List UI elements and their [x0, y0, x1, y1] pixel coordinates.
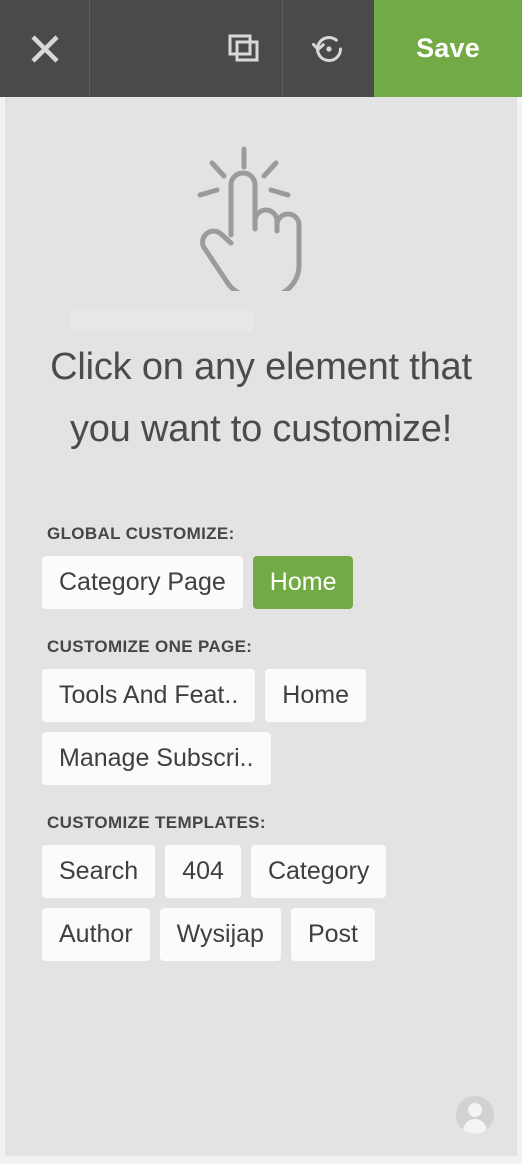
avatar-head	[468, 1103, 482, 1117]
template-button-category[interactable]: Category	[250, 845, 387, 899]
global-customize-buttons: Category Page Home	[42, 556, 474, 610]
save-button-label: Save	[416, 33, 480, 63]
hand-icon-container	[5, 97, 517, 291]
section-title: CUSTOMIZE TEMPLATES:	[47, 813, 266, 833]
one-page-button-tools-and-features[interactable]: Tools And Feat..	[42, 669, 256, 723]
section-global-customize: GLOBAL CUSTOMIZE: Category Page Home	[42, 524, 517, 610]
template-button-author[interactable]: Author	[42, 908, 150, 962]
global-button-category-page[interactable]: Category Page	[42, 556, 243, 610]
customizer-panel: Click on any element that you want to cu…	[0, 97, 522, 1164]
save-button[interactable]: Save	[374, 0, 522, 97]
one-page-buttons: Tools And Feat.. Home Manage Subscri..	[42, 669, 474, 786]
user-avatar-icon[interactable]	[456, 1096, 494, 1134]
section-title: CUSTOMIZE ONE PAGE:	[47, 637, 253, 657]
top-toolbar: Save	[0, 0, 522, 97]
toolbar-spacer	[89, 0, 205, 97]
section-customize-one-page: CUSTOMIZE ONE PAGE: Tools And Feat.. Hom…	[42, 637, 517, 786]
headline-line-2: you want to customize!	[69, 407, 453, 450]
one-page-button-manage-subscriptions[interactable]: Manage Subscri..	[42, 732, 271, 786]
template-button-404[interactable]: 404	[165, 845, 241, 899]
close-button[interactable]	[0, 0, 89, 97]
section-title: GLOBAL CUSTOMIZE:	[47, 524, 235, 544]
duplicate-icon	[225, 30, 263, 68]
template-button-post[interactable]: Post	[290, 908, 375, 962]
template-button-wysijap[interactable]: Wysijap	[159, 908, 281, 962]
one-page-button-home[interactable]: Home	[265, 669, 366, 723]
page-title: Click on any element that you want to cu…	[5, 337, 517, 460]
duplicate-button[interactable]	[205, 0, 282, 97]
pointing-hand-click-icon	[186, 143, 336, 291]
customizer-overlay: Save Click on any element that you want …	[0, 0, 522, 1164]
template-button-search[interactable]: Search	[42, 845, 156, 899]
avatar-body	[463, 1119, 487, 1134]
revert-button[interactable]	[282, 0, 374, 97]
revert-icon	[310, 30, 348, 68]
section-customize-templates: CUSTOMIZE TEMPLATES: Search 404 Category…	[42, 813, 517, 962]
global-button-home[interactable]: Home	[252, 556, 354, 610]
placeholder-bar	[71, 311, 253, 331]
close-icon	[28, 32, 62, 66]
headline-line-1: Click on any element that	[50, 346, 472, 388]
customize-sections: GLOBAL CUSTOMIZE: Category Page Home CUS…	[5, 460, 517, 962]
template-buttons: Search 404 Category Author Wysijap Post	[42, 845, 474, 962]
